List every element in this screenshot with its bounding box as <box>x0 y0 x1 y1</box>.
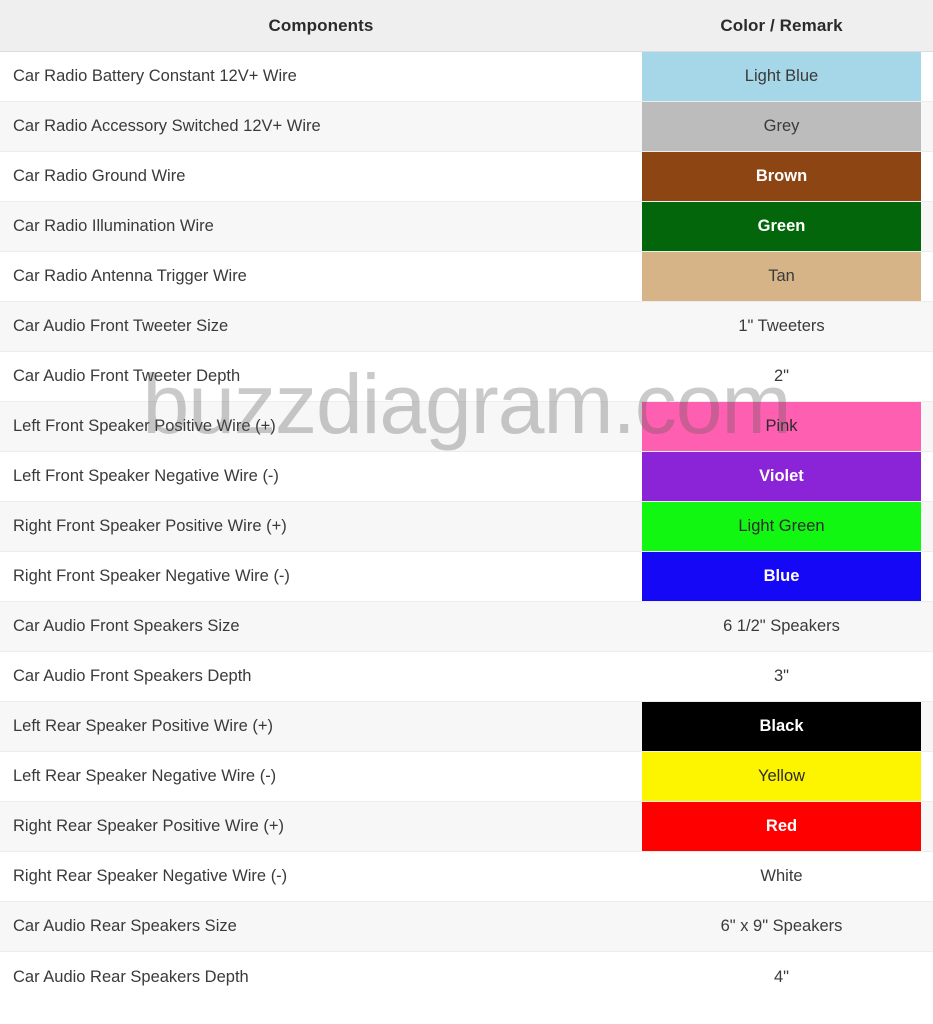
table-row: Car Audio Front Speakers Size 6 1/2" Spea… <box>0 602 933 652</box>
remark-text: 6" x 9" Speakers <box>720 917 843 935</box>
cell-component-name: Car Radio Antenna Trigger Wire <box>13 267 247 285</box>
cell-color-remark: Pink <box>642 402 933 451</box>
cell-component-name: Left Front Speaker Negative Wire (-) <box>13 467 279 485</box>
color-swatch: Blue <box>642 552 921 601</box>
color-swatch: White <box>642 852 921 901</box>
column-header-color-remark: Color / Remark <box>720 15 843 35</box>
cell-component-name: Right Rear Speaker Positive Wire (+) <box>13 817 284 835</box>
cell-component-name: Left Rear Speaker Positive Wire (+) <box>13 717 273 735</box>
cell-component-name: Left Rear Speaker Negative Wire (-) <box>13 767 277 785</box>
table-row: Car Audio Rear Speakers Size 6" x 9" Spea… <box>0 902 933 952</box>
color-swatch: Light Blue <box>642 52 921 101</box>
table-row: Left Front Speaker Positive Wire (+) Pink <box>0 402 933 452</box>
remark-text: 4" <box>773 967 790 986</box>
cell-color-remark: Green <box>642 202 933 251</box>
table-row: Car Audio Front Speakers Depth 3" <box>0 652 933 702</box>
cell-component-name: Car Audio Front Speakers Size <box>13 617 240 635</box>
cell-color-remark: Brown <box>642 152 933 201</box>
cell-component-name: Car Radio Illumination Wire <box>13 217 214 235</box>
table-row: Car Radio Accessory Switched 12V+ Wire Gr… <box>0 102 933 152</box>
cell-color-remark: 4" <box>642 952 933 1002</box>
cell-color-remark: Red <box>642 802 933 851</box>
remark-text: 6 1/2" Speakers <box>723 617 840 635</box>
table-row: Car Audio Rear Speakers Depth 4" <box>0 952 933 1002</box>
table-row: Right Front Speaker Negative Wire (-) Blu… <box>0 552 933 602</box>
color-swatch: Green <box>642 202 921 251</box>
color-swatch: Black <box>642 702 921 751</box>
cell-color-remark: 6 1/2" Speakers <box>642 602 933 651</box>
color-swatch: Violet <box>642 452 921 501</box>
table-row: Car Audio Front Tweeter Depth 2" <box>0 352 933 402</box>
cell-color-remark: 3" <box>642 652 933 701</box>
cell-color-remark: Blue <box>642 552 933 601</box>
cell-component-name: Car Audio Front Speakers Depth <box>13 667 252 685</box>
table-row: Right Rear Speaker Positive Wire (+) Red <box>0 802 933 852</box>
table-row: Car Radio Ground Wire Brown <box>0 152 933 202</box>
wiring-color-table: Components Color / Remark Car Radio Batt… <box>0 0 933 1024</box>
table-row: Car Radio Battery Constant 12V+ Wire Ligh… <box>0 52 933 102</box>
cell-color-remark: Violet <box>642 452 933 501</box>
color-swatch: Grey <box>642 102 921 151</box>
cell-component-name: Car Audio Rear Speakers Depth <box>13 967 249 986</box>
color-swatch: Brown <box>642 152 921 201</box>
color-swatch: Tan <box>642 252 921 301</box>
cell-component-name: Car Radio Ground Wire <box>13 167 186 185</box>
cell-color-remark: Light Blue <box>642 52 933 101</box>
table-body: Car Radio Battery Constant 12V+ Wire Ligh… <box>0 52 933 1002</box>
cell-component-name: Right Front Speaker Positive Wire (+) <box>13 517 287 535</box>
cell-component-name: Car Audio Front Tweeter Size <box>13 317 229 335</box>
cell-color-remark: Black <box>642 702 933 751</box>
table-header-row: Components Color / Remark <box>0 0 933 52</box>
table-row: Left Front Speaker Negative Wire (-) Viol… <box>0 452 933 502</box>
remark-text: 2" <box>773 367 790 385</box>
cell-color-remark: 2" <box>642 352 933 401</box>
table-row: Right Rear Speaker Negative Wire (-) Whit… <box>0 852 933 902</box>
cell-color-remark: Yellow <box>642 752 933 801</box>
cell-component-name: Left Front Speaker Positive Wire (+) <box>13 417 276 435</box>
color-swatch: Pink <box>642 402 921 451</box>
remark-text: 3" <box>773 667 790 685</box>
column-header-components: Components <box>268 15 374 35</box>
cell-color-remark: 1" Tweeters <box>642 302 933 351</box>
color-swatch: Red <box>642 802 921 851</box>
cell-color-remark: Grey <box>642 102 933 151</box>
color-swatch: Yellow <box>642 752 921 801</box>
cell-component-name: Car Audio Rear Speakers Size <box>13 917 237 935</box>
table-row: Right Front Speaker Positive Wire (+) Lig… <box>0 502 933 552</box>
table-row: Car Radio Illumination Wire Green <box>0 202 933 252</box>
table-row: Left Rear Speaker Positive Wire (+) Black <box>0 702 933 752</box>
cell-component-name: Car Radio Battery Constant 12V+ Wire <box>13 67 297 85</box>
cell-color-remark: Light Green <box>642 502 933 551</box>
cell-color-remark: 6" x 9" Speakers <box>642 902 933 951</box>
table-row: Car Audio Front Tweeter Size 1" Tweeters <box>0 302 933 352</box>
table-row: Left Rear Speaker Negative Wire (-) Yello… <box>0 752 933 802</box>
cell-component-name: Right Rear Speaker Negative Wire (-) <box>13 867 288 885</box>
cell-color-remark: White <box>642 852 933 901</box>
color-swatch: Light Green <box>642 502 921 551</box>
table-row: Car Radio Antenna Trigger Wire Tan <box>0 252 933 302</box>
cell-color-remark: Tan <box>642 252 933 301</box>
cell-component-name: Car Radio Accessory Switched 12V+ Wire <box>13 117 321 135</box>
cell-component-name: Car Audio Front Tweeter Depth <box>13 367 241 385</box>
cell-component-name: Right Front Speaker Negative Wire (-) <box>13 567 290 585</box>
remark-text: 1" Tweeters <box>738 317 825 335</box>
